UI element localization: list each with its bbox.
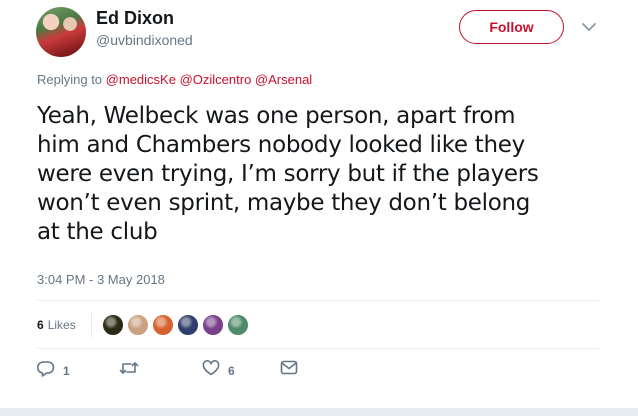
envelope-icon [280, 360, 298, 380]
reply-count: 1 [63, 364, 70, 378]
liker-avatar[interactable] [126, 314, 149, 336]
action-bar: 1 6 [36, 360, 337, 384]
divider [37, 348, 599, 349]
avatar[interactable] [36, 7, 86, 57]
mention-link[interactable]: @medicsKe [106, 72, 176, 87]
liker-avatar[interactable] [176, 314, 199, 336]
divider [37, 300, 599, 301]
tweet-text-line: him and Chambers nobody looked like they [37, 132, 525, 158]
timestamp[interactable]: 3:04 PM - 3 May 2018 [37, 272, 165, 287]
liker-avatar[interactable] [201, 314, 224, 336]
heart-icon [202, 360, 220, 381]
reply-icon [36, 360, 55, 382]
mention-link[interactable]: @Ozilcentro [180, 72, 252, 87]
page-footer-strip [0, 408, 638, 416]
mention-link[interactable]: @Arsenal [255, 72, 312, 87]
likes-label[interactable]: Likes [48, 318, 76, 332]
tweet-text-line: Yeah, Welbeck was one person, apart from [37, 103, 516, 129]
user-handle[interactable]: @uvbindixoned [96, 32, 193, 48]
tweet-text-line: were even trying, I’m sorry but if the p… [37, 161, 539, 187]
replying-to: Replying to @medicsKe @Ozilcentro @Arsen… [37, 72, 312, 87]
retweet-icon [119, 360, 139, 381]
tweet-text-line: at the club [37, 219, 158, 245]
retweet-button[interactable] [119, 360, 139, 381]
tweet-text-line: won’t even sprint, maybe they don’t belo… [37, 190, 531, 216]
likes-row: 6 Likes [37, 311, 252, 339]
like-count: 6 [228, 363, 235, 378]
tweet-card: Ed Dixon @uvbindixoned Follow Replying t… [0, 0, 638, 408]
divider [90, 311, 92, 339]
likes-count[interactable]: 6 [37, 318, 44, 332]
display-name[interactable]: Ed Dixon [96, 8, 174, 29]
direct-message-button[interactable] [280, 360, 298, 380]
tweet-text: Yeah, Welbeck was one person, apart from… [37, 102, 597, 247]
follow-button[interactable]: Follow [459, 10, 564, 44]
replying-prefix: Replying to [37, 72, 103, 87]
liker-avatar[interactable] [151, 314, 174, 336]
liker-avatar[interactable] [226, 314, 249, 336]
like-button[interactable]: 6 [202, 360, 235, 381]
chevron-down-icon[interactable] [580, 18, 598, 36]
liker-avatar[interactable] [101, 314, 124, 336]
reply-button[interactable]: 1 [36, 360, 70, 382]
